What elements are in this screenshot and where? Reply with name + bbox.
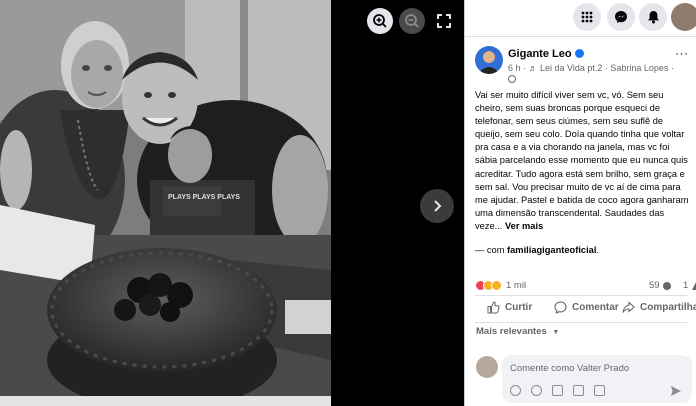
top-navigation [465,0,696,36]
zoom-out-icon [405,14,419,28]
camera-icon[interactable] [552,385,563,396]
post-side-panel: Gigante Leo 6 h · ♬ Lei da Vida pt.2 · S… [464,0,696,406]
post-photo[interactable]: PLAYS PLAYS PLAYS [0,0,331,406]
share-count-icon [692,282,696,290]
zoom-out-button[interactable] [399,8,425,34]
photo-viewer: PLAYS PLAYS PLAYS [0,0,464,406]
with-suffix: . [596,245,599,255]
caret-down-icon: ▼ [552,329,560,336]
reactions-bar: 1 mil 59 1 [475,280,696,294]
photo-post-viewer: PLAYS PLAYS PLAYS Gigante Leo 6 h · ♬ Le… [0,0,696,406]
tagged-page-link[interactable]: familiagiganteoficial [507,245,596,255]
care-reaction-icon [491,280,502,291]
post-meta: 6 h · ♬ Lei da Vida pt.2 · Sabrina Lopes… [508,63,674,73]
thumbs-up-icon [487,301,500,314]
share-label: Compartilha [640,302,696,313]
actions-divider [475,322,687,323]
zoom-in-button[interactable] [367,8,393,34]
send-icon[interactable] [670,385,682,397]
post-body: Vai ser muito difícil viver sem vc, vó. … [475,90,689,231]
fullscreen-button[interactable] [433,8,455,34]
messenger-icon [615,11,627,23]
author-name[interactable]: Gigante Leo [508,48,572,60]
author-avatar[interactable] [475,46,503,74]
notifications-button[interactable] [639,3,667,31]
see-more-link[interactable]: Ver mais [505,221,543,231]
zoom-in-icon [373,14,387,28]
with-prefix: — com [475,245,508,255]
emoji-icon[interactable] [531,385,542,396]
next-photo-button[interactable] [420,189,454,223]
more-options-button[interactable]: ··· [675,46,689,60]
share-icon [622,301,635,313]
comment-input[interactable]: Comente como Valter Prado [510,363,629,374]
bell-icon [647,11,659,24]
like-button[interactable]: Curtir [487,301,532,314]
like-label: Curtir [505,302,533,313]
comment-sort-dropdown[interactable]: Mais relevantes ▼ [476,326,559,337]
shares-count[interactable]: 1 [683,280,688,291]
post-text: Vai ser muito difícil viver sem vc, vó. … [475,89,689,233]
commenter-avatar [476,356,498,378]
sort-label: Mais relevantes [476,326,547,337]
avatar-sticker-icon[interactable] [510,385,521,396]
sticker-icon[interactable] [594,385,605,396]
comment-icon [554,301,567,314]
topbar-divider [465,36,696,37]
messenger-button[interactable] [607,3,635,31]
chevron-right-icon [434,200,442,212]
comment-button[interactable]: Comentar [554,301,619,314]
verified-badge-icon [575,49,584,58]
composer-tools [510,385,684,397]
menu-button[interactable] [573,3,601,31]
post-header: Gigante Leo 6 h · ♬ Lei da Vida pt.2 · S… [475,44,696,86]
comment-count-icon [663,282,671,290]
reactions-count[interactable]: 1 mil [506,280,526,291]
share-button[interactable]: Compartilha [622,301,696,314]
post-actions: Curtir Comentar Compartilha [465,296,696,322]
grid-menu-icon [581,11,593,23]
tagged-with: — com familiagiganteoficial. [475,245,599,255]
globe-icon [508,75,516,83]
cutout-shirt-text: PLAYS PLAYS PLAYS [168,194,240,201]
fullscreen-icon [437,14,451,28]
comment-label: Comentar [572,302,619,313]
profile-avatar[interactable] [671,3,696,31]
gif-icon[interactable] [573,385,584,396]
comments-count[interactable]: 59 [649,280,660,291]
comment-composer[interactable]: Comente como Valter Prado [502,355,692,403]
